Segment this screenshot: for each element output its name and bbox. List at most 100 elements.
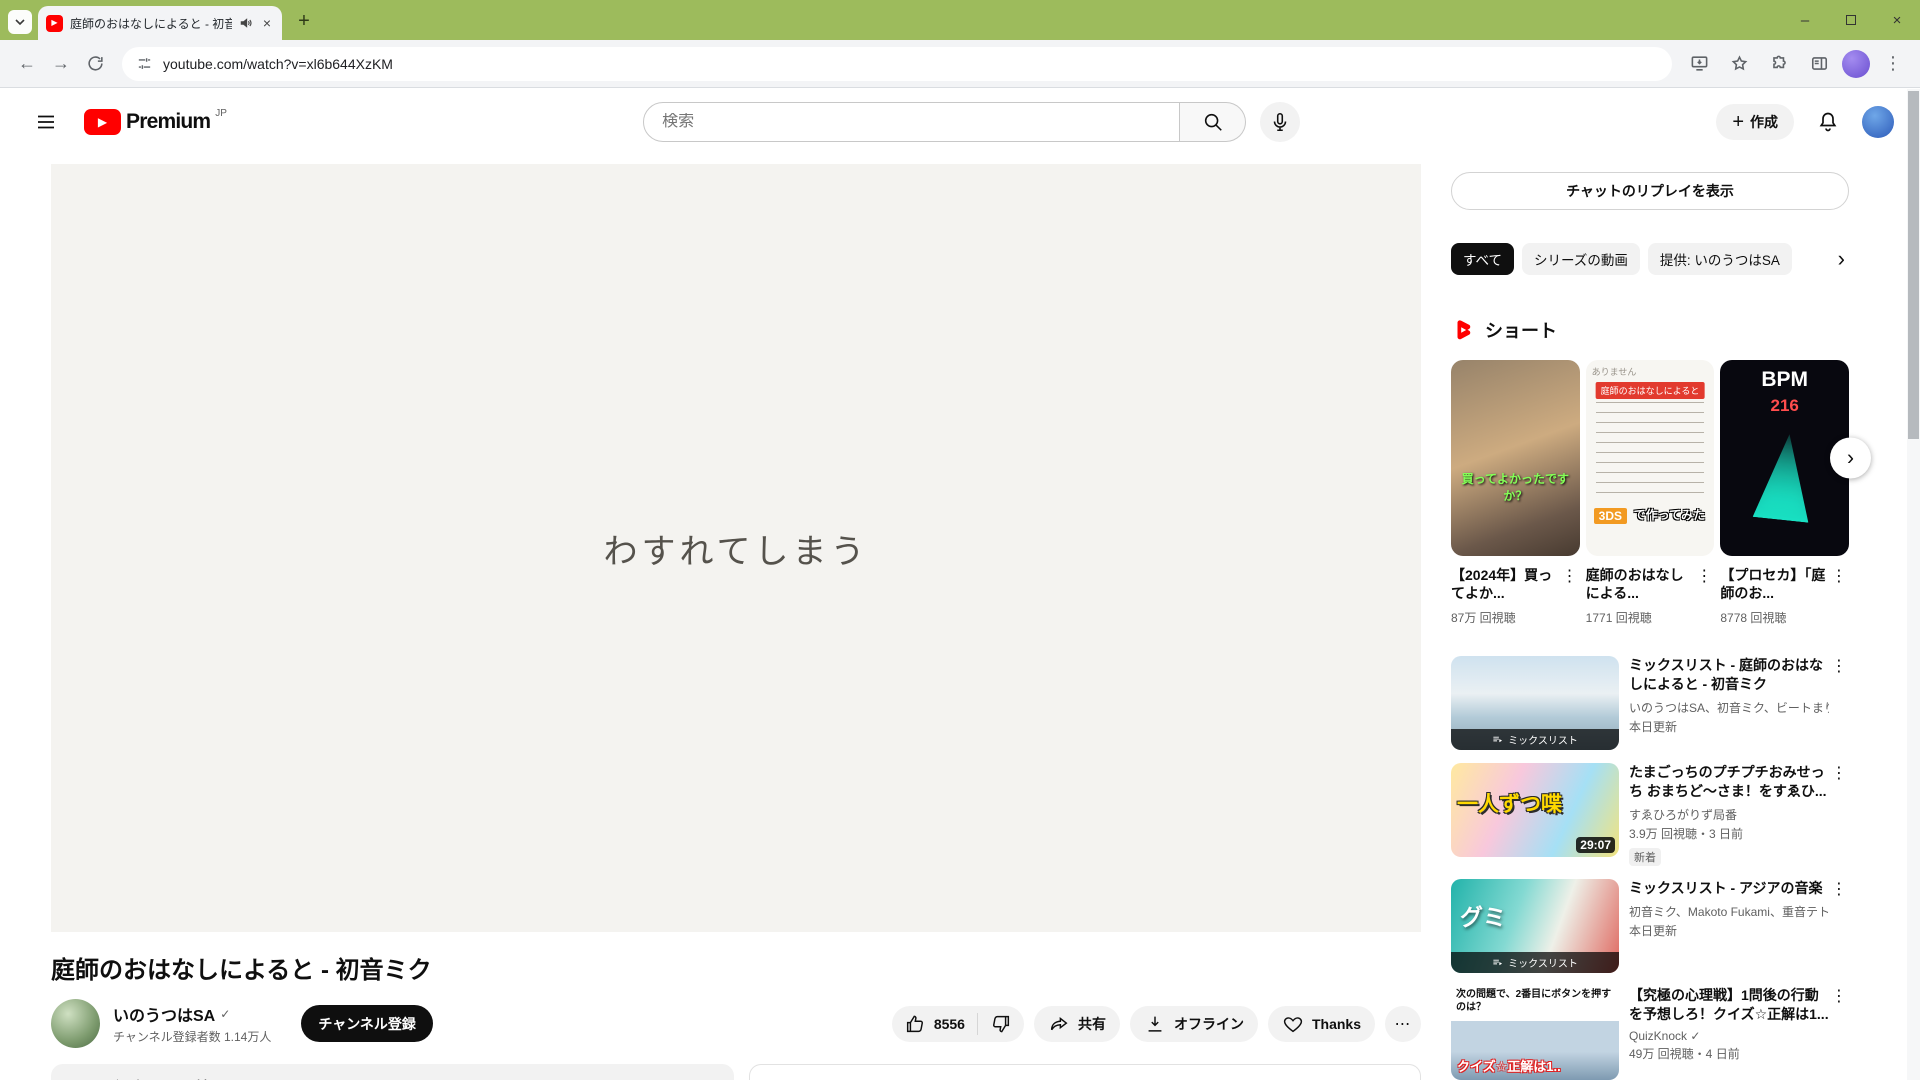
plus-icon: + bbox=[1732, 112, 1744, 132]
window-minimize-button[interactable]: – bbox=[1782, 0, 1828, 40]
video-title[interactable]: ミックスリスト - 庭師のおはなしによると - 初音ミク bbox=[1629, 656, 1829, 694]
video-menu-icon[interactable]: ⋮ bbox=[1829, 986, 1849, 1080]
short-title[interactable]: 【プロセカ】「庭師のお... bbox=[1720, 566, 1829, 602]
related-video-item[interactable]: グミ ミックスリスト ミックスリスト - アジアの音楽 初音ミク、Makoto … bbox=[1451, 879, 1849, 973]
toolbar-right: ⋮ bbox=[1682, 47, 1910, 81]
create-button[interactable]: + 作成 bbox=[1716, 104, 1794, 140]
video-thumbnail[interactable]: 一人ずつ喋 29:07 bbox=[1451, 763, 1619, 857]
url-text[interactable]: youtube.com/watch?v=xl6b644XzKM bbox=[163, 56, 393, 72]
video-thumbnail[interactable]: グミ ミックスリスト bbox=[1451, 879, 1619, 973]
video-menu-icon[interactable]: ⋮ bbox=[1829, 879, 1849, 973]
thumb-down-icon bbox=[990, 1013, 1012, 1035]
short-views: 1771 回視聴 bbox=[1586, 609, 1695, 626]
browser-menu-button[interactable]: ⋮ bbox=[1876, 47, 1910, 81]
reload-icon bbox=[86, 54, 105, 73]
thanks-button[interactable]: Thanks bbox=[1268, 1006, 1375, 1042]
share-button[interactable]: 共有 bbox=[1034, 1006, 1120, 1042]
video-thumbnail[interactable]: 次の問題で、2番目にボタンを押すのは？ クイズ☆正解は1.. bbox=[1451, 986, 1619, 1080]
video-meta: 3.9万 回視聴・3 日前 bbox=[1629, 825, 1829, 842]
scrollbar-thumb[interactable] bbox=[1908, 91, 1919, 439]
chip-series[interactable]: シリーズの動画 bbox=[1522, 243, 1640, 275]
voice-search-button[interactable] bbox=[1260, 102, 1300, 142]
short-title[interactable]: 【2024年】買ってよか... bbox=[1451, 566, 1560, 602]
browser-tab-active[interactable]: ▶ 庭師のおはなしによると - 初音 × bbox=[38, 6, 282, 40]
video-menu-icon[interactable]: ⋮ bbox=[1829, 656, 1849, 750]
shorts-heading: ショート bbox=[1485, 317, 1557, 343]
notifications-button[interactable] bbox=[1808, 102, 1848, 142]
back-button[interactable]: ← bbox=[10, 47, 44, 81]
video-thumbnail[interactable]: ミックスリスト bbox=[1451, 656, 1619, 750]
search-button[interactable] bbox=[1180, 102, 1246, 142]
related-video-item[interactable]: 次の問題で、2番目にボタンを押すのは？ クイズ☆正解は1.. 【究極の心理戦】1… bbox=[1451, 986, 1849, 1080]
video-title[interactable]: ミックスリスト - アジアの音楽 bbox=[1629, 879, 1829, 898]
subscribe-button[interactable]: チャンネル登録 bbox=[301, 1005, 433, 1042]
install-icon bbox=[1690, 54, 1709, 73]
short-title[interactable]: 庭師のおはなしによる... bbox=[1586, 566, 1695, 602]
chips-scroll-right-icon[interactable]: › bbox=[1834, 246, 1849, 272]
search-box[interactable] bbox=[643, 102, 1180, 142]
short-menu-icon[interactable]: ⋮ bbox=[1560, 566, 1580, 626]
install-app-button[interactable] bbox=[1682, 47, 1716, 81]
short-thumb-note: ありません bbox=[1592, 365, 1637, 378]
shorts-next-button[interactable]: › bbox=[1830, 438, 1871, 479]
more-actions-button[interactable]: ⋯ bbox=[1385, 1006, 1421, 1042]
rhythm-game-note-graphic bbox=[1752, 431, 1817, 522]
bookmark-button[interactable] bbox=[1722, 47, 1756, 81]
url-bar[interactable]: youtube.com/watch?v=xl6b644XzKM bbox=[122, 47, 1672, 81]
short-menu-icon[interactable]: ⋮ bbox=[1694, 566, 1714, 626]
short-card[interactable]: ありません 庭師のおはなしによると 3DS で作ってみた 庭師のおはなしによる.… bbox=[1586, 360, 1715, 626]
offline-label: オフライン bbox=[1174, 1014, 1244, 1034]
bpm-label: BPM bbox=[1720, 368, 1849, 392]
window-close-button[interactable]: × bbox=[1874, 0, 1920, 40]
chat-replay-panel[interactable]: チャットのリプレイ bbox=[749, 1064, 1421, 1080]
show-chat-replay-button[interactable]: チャットのリプレイを表示 bbox=[1451, 172, 1849, 210]
chip-all[interactable]: すべて bbox=[1451, 243, 1514, 275]
bookmark-star-icon bbox=[1730, 54, 1749, 73]
page-scrollbar[interactable] bbox=[1907, 89, 1920, 1080]
video-title[interactable]: たまごっちのプチプチおみせっち おまちど〜さま！をすゑひ... bbox=[1629, 763, 1829, 801]
reload-button[interactable] bbox=[78, 47, 112, 81]
offline-button[interactable]: オフライン bbox=[1130, 1006, 1258, 1042]
short-thumbnail[interactable]: 買ってよかったですか？ bbox=[1451, 360, 1580, 556]
sheet-music-graphic bbox=[1596, 402, 1704, 496]
like-button[interactable]: 8556 bbox=[904, 1013, 978, 1035]
bell-icon bbox=[1816, 110, 1840, 134]
guide-menu-button[interactable] bbox=[26, 102, 66, 142]
new-tab-button[interactable]: + bbox=[290, 7, 318, 35]
tab-close-icon[interactable]: × bbox=[260, 15, 274, 31]
dislike-button[interactable] bbox=[986, 1013, 1012, 1035]
youtube-masthead: ▶ Premium JP + 作成 bbox=[0, 88, 1920, 156]
short-thumbnail[interactable]: ありません 庭師のおはなしによると 3DS で作ってみた bbox=[1586, 360, 1715, 556]
audio-playing-icon[interactable] bbox=[239, 16, 253, 30]
side-panel-button[interactable] bbox=[1802, 47, 1836, 81]
mixlist-badge: ミックスリスト bbox=[1451, 952, 1619, 973]
short-card[interactable]: BPM 216 【プロセカ】「庭師のお... 8778 回視聴 ⋮ bbox=[1720, 360, 1849, 626]
video-meta-row: いのうつはSA ✓ チャンネル登録者数 1.14万人 チャンネル登録 8556 bbox=[51, 999, 1421, 1048]
window-maximize-button[interactable] bbox=[1828, 0, 1874, 40]
short-menu-icon[interactable]: ⋮ bbox=[1829, 566, 1849, 626]
video-player[interactable]: わすれてしまう bbox=[51, 164, 1421, 932]
youtube-premium-logo[interactable]: ▶ Premium JP bbox=[84, 107, 227, 137]
video-frame-lyric-text: わすれてしまう bbox=[604, 524, 869, 573]
related-video-item[interactable]: 一人ずつ喋 29:07 たまごっちのプチプチおみせっち おまちど〜さま！をすゑひ… bbox=[1451, 763, 1849, 866]
description-box[interactable]: 21万 回視聴 6 か月前 #プロセカnext bbox=[51, 1064, 734, 1080]
related-videos-list: ミックスリスト ミックスリスト - 庭師のおはなしによると - 初音ミク いのう… bbox=[1451, 656, 1849, 1080]
account-avatar[interactable] bbox=[1862, 106, 1894, 138]
short-card[interactable]: 買ってよかったですか？ 【2024年】買ってよか... 87万 回視聴 ⋮ bbox=[1451, 360, 1580, 626]
forward-button[interactable]: → bbox=[44, 47, 78, 81]
channel-name[interactable]: いのうつはSA bbox=[113, 1002, 215, 1026]
microphone-icon bbox=[1269, 111, 1291, 133]
thumb-up-icon bbox=[904, 1013, 926, 1035]
extensions-button[interactable] bbox=[1762, 47, 1796, 81]
site-settings-icon[interactable] bbox=[136, 55, 153, 72]
related-video-item[interactable]: ミックスリスト ミックスリスト - 庭師のおはなしによると - 初音ミク いのう… bbox=[1451, 656, 1849, 750]
video-title[interactable]: 【究極の心理戦】1問後の行動を予想しろ！クイズ☆正解は1... bbox=[1629, 986, 1829, 1024]
action-buttons: 8556 共有 オフライン Thanks bbox=[892, 1006, 1421, 1042]
tab-search-button[interactable] bbox=[8, 10, 32, 34]
youtube-favicon-icon: ▶ bbox=[46, 15, 63, 32]
video-menu-icon[interactable]: ⋮ bbox=[1829, 763, 1849, 866]
search-input[interactable] bbox=[662, 113, 1161, 131]
channel-avatar[interactable] bbox=[51, 999, 100, 1048]
browser-profile-avatar[interactable] bbox=[1842, 50, 1870, 78]
chip-from-channel[interactable]: 提供: いのうつはSA bbox=[1648, 243, 1792, 275]
